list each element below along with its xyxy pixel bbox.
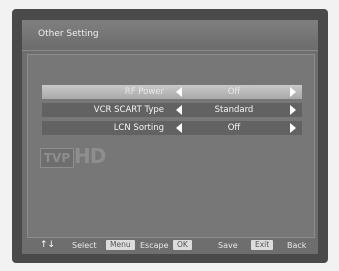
- right-arrow-icon[interactable]: [290, 105, 296, 115]
- hd-logo: HD: [74, 144, 106, 168]
- back-hint: Back: [287, 241, 307, 250]
- page-title: Other Setting: [38, 29, 99, 39]
- tvp-logo: TVP: [40, 148, 74, 168]
- right-arrow-icon[interactable]: [290, 87, 296, 97]
- select-hint: Select: [72, 241, 97, 250]
- settings-screen: Other Setting RF Power Off VCR SCART Typ…: [22, 20, 318, 254]
- setting-value: Off: [227, 123, 241, 133]
- title-bar: Other Setting: [22, 20, 318, 51]
- right-arrow-icon[interactable]: [290, 123, 296, 133]
- settings-panel: RF Power Off VCR SCART Type Standard LCN…: [27, 54, 315, 238]
- exit-key: Exit: [251, 240, 274, 250]
- setting-label: VCR SCART Type: [93, 105, 164, 115]
- left-arrow-icon[interactable]: [176, 123, 182, 133]
- footer-help-bar: ↑↓ Select Menu Escape OK Save Exit Back: [22, 238, 318, 254]
- setting-value: Standard: [214, 105, 254, 115]
- tvp-hd-logo: TVP HD: [40, 144, 110, 170]
- setting-row-vcr-scart-type[interactable]: VCR SCART Type Standard: [42, 103, 302, 117]
- left-arrow-icon[interactable]: [176, 87, 182, 97]
- up-down-arrows-icon: ↑↓: [40, 240, 56, 250]
- setting-value: Off: [227, 87, 241, 97]
- menu-key: Menu: [106, 240, 135, 250]
- setting-row-lcn-sorting[interactable]: LCN Sorting Off: [42, 121, 302, 135]
- left-arrow-icon[interactable]: [176, 105, 182, 115]
- save-hint: Save: [218, 241, 238, 250]
- setting-label: LCN Sorting: [113, 123, 164, 133]
- setting-label: RF Power: [124, 87, 164, 97]
- setting-row-rf-power[interactable]: RF Power Off: [42, 85, 302, 99]
- ok-key: OK: [173, 240, 192, 250]
- escape-hint: Escape: [140, 241, 169, 250]
